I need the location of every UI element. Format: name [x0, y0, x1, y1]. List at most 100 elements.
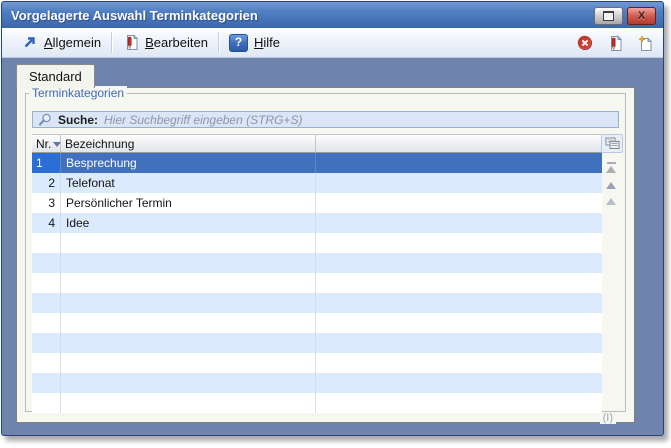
toolbar-separator	[218, 32, 219, 53]
table-row[interactable]	[32, 353, 602, 373]
toolbar-label: Bearbeiten	[145, 35, 208, 50]
scroll-to-top-button[interactable]	[605, 162, 617, 173]
close-button[interactable]: X	[627, 7, 656, 25]
cell-bezeichnung[interactable]: Telefonat	[61, 173, 316, 193]
dialog-window: Vorgelagerte Auswahl Terminkategorien X …	[1, 1, 664, 436]
cell-nr[interactable]	[32, 333, 61, 353]
toolbar: Allgemein Bearbeiten ? Hilfe	[2, 28, 663, 58]
cell-empty[interactable]	[316, 293, 602, 313]
table-row[interactable]: 4Idee	[32, 213, 602, 233]
cancel-icon[interactable]	[576, 35, 593, 52]
cell-empty[interactable]	[316, 153, 602, 173]
restore-button[interactable]	[594, 7, 623, 25]
table-row[interactable]	[32, 373, 602, 393]
toolbar-label: Allgemein	[44, 35, 101, 50]
cell-empty[interactable]	[316, 313, 602, 333]
toolbar-button-bearbeiten[interactable]: Bearbeiten	[115, 31, 215, 55]
cell-nr[interactable]	[32, 393, 61, 413]
arrow-up-right-icon	[21, 34, 38, 51]
column-header-bezeichnung[interactable]: Bezeichnung	[61, 135, 316, 152]
grid-side-controls	[599, 134, 623, 205]
cell-bezeichnung[interactable]	[61, 273, 316, 293]
cell-nr[interactable]	[32, 313, 61, 333]
cell-bezeichnung[interactable]: Persönlicher Termin	[61, 193, 316, 213]
toolbar-label: Hilfe	[254, 35, 280, 50]
search-bar[interactable]: Suche:	[32, 111, 619, 128]
cell-empty[interactable]	[316, 353, 602, 373]
toolbar-button-hilfe[interactable]: ? Hilfe	[222, 31, 287, 55]
cell-empty[interactable]	[316, 233, 602, 253]
table-header: Nr. Bezeichnung	[32, 134, 602, 153]
titlebar[interactable]: Vorgelagerte Auswahl Terminkategorien X	[2, 2, 663, 28]
help-icon: ?	[229, 34, 248, 52]
cell-empty[interactable]	[316, 393, 602, 413]
cell-nr[interactable]	[32, 233, 61, 253]
cell-bezeichnung[interactable]: Idee	[61, 213, 316, 233]
cell-empty[interactable]	[316, 373, 602, 393]
cell-bezeichnung[interactable]	[61, 293, 316, 313]
cell-nr[interactable]	[32, 373, 61, 393]
edit-document-icon[interactable]	[606, 35, 623, 52]
table-row[interactable]	[32, 393, 602, 413]
arrow-up-icon	[606, 198, 616, 205]
cell-nr[interactable]: 1	[32, 153, 61, 173]
cell-nr[interactable]	[32, 353, 61, 373]
cell-empty[interactable]	[316, 253, 602, 273]
column-chooser-button[interactable]	[601, 134, 623, 153]
record-indicator: (I)	[600, 412, 616, 424]
groupbox-label: Terminkategorien	[29, 86, 127, 100]
cell-nr[interactable]	[32, 253, 61, 273]
scroll-to-top-icon	[607, 162, 616, 164]
cell-nr[interactable]: 3	[32, 193, 61, 213]
toolbar-separator	[111, 32, 112, 53]
cell-nr[interactable]	[32, 293, 61, 313]
cell-nr[interactable]: 2	[32, 173, 61, 193]
groupbox-terminkategorien: Terminkategorien Suche:	[25, 93, 626, 412]
cell-empty[interactable]	[316, 273, 602, 293]
column-header-empty[interactable]	[316, 135, 602, 152]
scroll-to-top-icon	[606, 166, 616, 173]
table-row[interactable]: 3Persönlicher Termin	[32, 193, 602, 213]
cell-empty[interactable]	[316, 333, 602, 353]
arrow-up-icon	[606, 182, 616, 189]
cell-bezeichnung[interactable]	[61, 233, 316, 253]
search-icon	[38, 113, 52, 126]
cell-bezeichnung[interactable]	[61, 313, 316, 333]
column-header-nr[interactable]: Nr.	[32, 135, 61, 152]
table-row[interactable]	[32, 333, 602, 353]
close-icon: X	[638, 11, 645, 22]
column-chooser-icon	[605, 137, 620, 150]
table-row[interactable]: 2Telefonat	[32, 173, 602, 193]
edit-document-icon	[122, 34, 139, 51]
tab-standard[interactable]: Standard	[16, 64, 95, 88]
cell-empty[interactable]	[316, 173, 602, 193]
table-row[interactable]	[32, 273, 602, 293]
search-input[interactable]	[104, 113, 618, 127]
scroll-page-up-button[interactable]	[605, 182, 617, 189]
cell-bezeichnung[interactable]	[61, 253, 316, 273]
search-label: Suche:	[58, 113, 98, 127]
cell-bezeichnung[interactable]	[61, 353, 316, 373]
terminkategorien-table: Nr. Bezeichnung 1Besprechung2Telefonat3P…	[32, 134, 602, 413]
scroll-row-up-button[interactable]	[605, 198, 617, 205]
tab-label: Standard	[29, 69, 82, 84]
cell-nr[interactable]: 4	[32, 213, 61, 233]
cell-bezeichnung[interactable]: Besprechung	[61, 153, 316, 173]
toolbar-button-allgemein[interactable]: Allgemein	[14, 31, 108, 55]
table-row[interactable]	[32, 293, 602, 313]
new-document-icon[interactable]	[636, 35, 653, 52]
cell-nr[interactable]	[32, 273, 61, 293]
table-row[interactable]	[32, 253, 602, 273]
window-title: Vorgelagerte Auswahl Terminkategorien	[2, 8, 258, 23]
table-row[interactable]: 1Besprechung	[32, 153, 602, 173]
content-panel: Terminkategorien Suche:	[16, 87, 635, 423]
cell-bezeichnung[interactable]	[61, 333, 316, 353]
table-row[interactable]	[32, 313, 602, 333]
cell-bezeichnung[interactable]	[61, 393, 316, 413]
cell-empty[interactable]	[316, 193, 602, 213]
cell-empty[interactable]	[316, 213, 602, 233]
table-row[interactable]	[32, 233, 602, 253]
dialog-body: Standard Terminkategorien Suche:	[2, 58, 663, 435]
table-body: 1Besprechung2Telefonat3Persönlicher Term…	[32, 153, 602, 413]
cell-bezeichnung[interactable]	[61, 373, 316, 393]
